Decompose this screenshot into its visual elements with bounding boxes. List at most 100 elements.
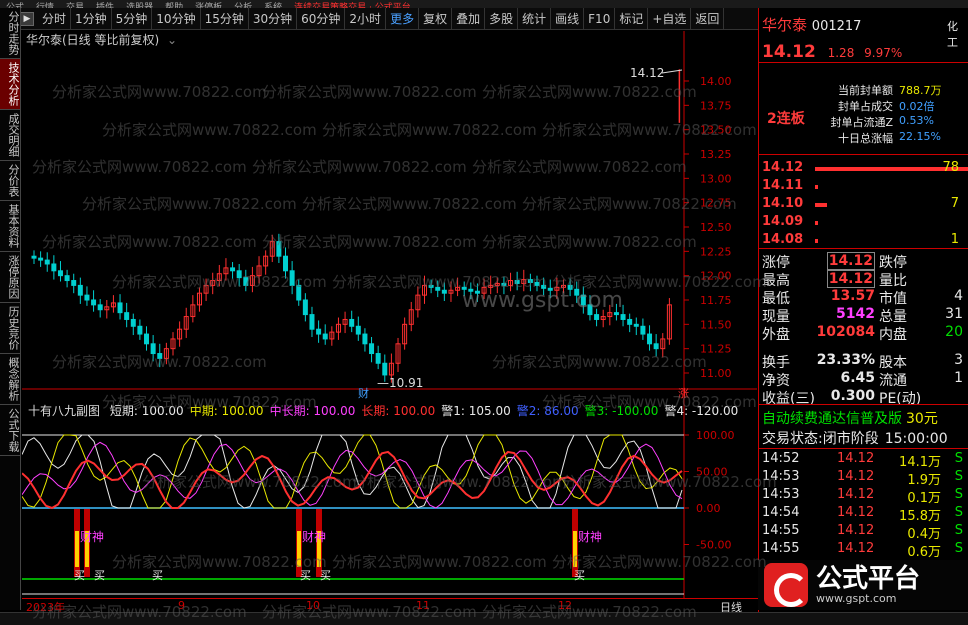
y-tick-label: 13.25 <box>700 148 732 161</box>
left-tab[interactable]: 历史竞价 <box>0 303 20 354</box>
candle-body <box>97 304 103 311</box>
tick-row: 14:55 14.12 0.4万 S <box>759 523 967 542</box>
quote-label: 换手 <box>762 355 790 371</box>
left-tab[interactable]: 分时走势 <box>0 8 20 59</box>
left-tab[interactable]: 分价表 <box>0 161 20 201</box>
time-axis-label: 12 <box>558 599 572 612</box>
last-price: 14.12 <box>762 42 816 62</box>
logo-text: 公式平台 <box>816 563 921 594</box>
candle-body <box>316 328 322 335</box>
candle-body <box>362 333 368 345</box>
nav-next-button[interactable]: ▶ <box>20 11 34 26</box>
candle-body <box>547 287 553 291</box>
signal-buy-label: 买 <box>574 569 585 582</box>
left-tab[interactable]: 技术分析 <box>0 59 20 110</box>
stock-industry-tag: 化工 <box>947 20 958 49</box>
quote-label: 股本 <box>879 355 907 371</box>
quote-value: 23.33% <box>816 352 875 368</box>
ad-banner[interactable]: 自动续费通达信普及版 30元 <box>762 408 968 428</box>
signal-buy-label: 买 <box>320 569 331 582</box>
quote-row: 涨停 14.12 跌停 <box>759 252 967 271</box>
y-tick-label: 12.00 <box>700 270 732 283</box>
candle-body <box>428 284 434 288</box>
quote-label: 总量 <box>879 309 907 325</box>
left-tab[interactable]: 涨停原因 <box>0 252 20 303</box>
cai-marker: 财 <box>358 386 369 400</box>
quote-row: 净资 6.45 流通 1 <box>759 370 967 389</box>
order-book-row: 14.11 <box>759 178 967 196</box>
candle-body <box>230 267 236 272</box>
tick-volume: 0.4万 <box>907 527 941 542</box>
candle-body <box>468 288 474 292</box>
tick-volume: 0.6万 <box>907 545 941 560</box>
indicator-value: 警4: -120.00 <box>664 404 739 418</box>
candle-body <box>117 302 123 314</box>
toolbar-button[interactable]: 10分钟 <box>152 7 201 30</box>
quote-value: 13.57 <box>830 288 875 304</box>
quote-label: 最低 <box>762 291 790 307</box>
left-tab[interactable]: 成交明细 <box>0 110 20 161</box>
toolbar-button[interactable]: 复权 <box>419 7 453 30</box>
seal-value: 0.02倍 <box>899 100 935 113</box>
candle-body <box>541 284 547 289</box>
toolbar-button[interactable]: 5分钟 <box>112 7 153 30</box>
tick-row: 14:53 14.12 1.9万 S <box>759 469 967 488</box>
toolbar-button[interactable]: +自选 <box>648 7 692 30</box>
quote-label: 现量 <box>762 309 790 325</box>
toolbar-button[interactable]: 返回 <box>691 7 725 30</box>
chart-area[interactable]: 14.00 13.75 13.50 13.25 13.00 12.75 12.50 12.25… <box>21 31 757 611</box>
tick-volume: 1.9万 <box>907 473 941 488</box>
toolbar-button[interactable]: 30分钟 <box>249 7 298 30</box>
candle-body <box>627 318 633 325</box>
trade-status: 交易状态:闭市阶段 15:00:00 <box>762 431 948 447</box>
tick-time: 14:52 <box>762 451 800 466</box>
toolbar-button[interactable]: 标记 <box>615 7 649 30</box>
signal-bar-inner <box>573 531 577 567</box>
streak-badge: 2连板 <box>767 111 805 127</box>
toolbar-button[interactable]: F10 <box>584 7 616 30</box>
left-tab[interactable]: 公式下载 <box>0 405 20 456</box>
order-volume: 78 <box>942 160 959 175</box>
toolbar-button[interactable]: 统计 <box>518 7 552 30</box>
candle-body <box>130 318 136 327</box>
toolbar-button[interactable]: 2小时 <box>345 7 387 30</box>
toolbar-button[interactable]: 多股 <box>485 7 519 30</box>
candle-body <box>613 312 619 316</box>
chart-title-text: 华尔泰(日线 等比前复权) <box>26 33 160 47</box>
signal-buy-label: 买 <box>94 569 105 582</box>
toolbar-button[interactable]: 更多 <box>386 7 420 30</box>
toolbar-button[interactable]: 叠加 <box>452 7 486 30</box>
indicator-value: 警3: -100.00 <box>584 404 659 418</box>
quote-value: 6.45 <box>840 370 875 386</box>
price-change: 1.28 <box>827 46 855 60</box>
candle-body <box>435 286 441 291</box>
y-tick-label: 12.50 <box>700 221 732 234</box>
price-change-pct: 9.97% <box>864 46 903 60</box>
zhang-marker: 涨 <box>678 387 689 400</box>
order-book-row: 14.12 78 <box>759 160 968 178</box>
candle-body <box>296 284 302 301</box>
left-tab[interactable]: 概念解析 <box>0 354 20 405</box>
quote-label: 流通 <box>879 373 907 389</box>
candle-body <box>71 280 77 286</box>
tick-price: 14.12 <box>837 469 875 484</box>
time-axis-label: 11 <box>416 599 430 612</box>
dropdown-icon[interactable]: ⌄ <box>167 33 177 47</box>
candle-body <box>567 284 573 290</box>
indicator-value: 中期: 100.00 <box>189 404 264 418</box>
candle-body <box>302 299 308 316</box>
toolbar-button[interactable]: 15分钟 <box>201 7 249 30</box>
toolbar-button[interactable]: 分时 <box>38 7 72 30</box>
candle-body <box>633 323 639 327</box>
toolbar-button[interactable]: 1分钟 <box>71 7 112 30</box>
quote-row: 外盘 102084 内盘 20 <box>759 324 967 343</box>
toolbar-button[interactable]: 60分钟 <box>297 7 346 30</box>
toolbar-button[interactable]: 画线 <box>551 7 585 30</box>
indicator-name[interactable]: 十有八九副图 <box>28 404 100 418</box>
y-tick-label: 11.75 <box>700 294 732 307</box>
candle-body <box>527 279 533 283</box>
left-tab[interactable]: 基本资料 <box>0 201 20 252</box>
candle-body <box>514 280 520 284</box>
tick-direction: S <box>954 469 963 484</box>
seal-value: 22.15% <box>899 130 941 143</box>
